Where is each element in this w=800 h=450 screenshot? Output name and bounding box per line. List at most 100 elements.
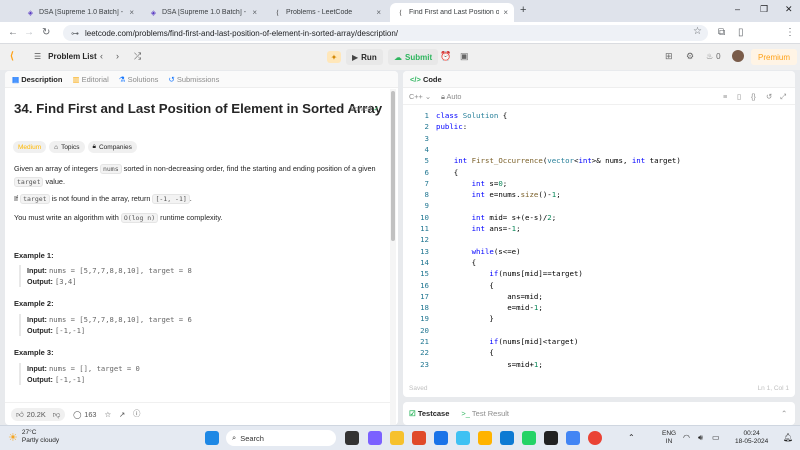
code-line[interactable]: 11 int ans=-1; bbox=[403, 223, 783, 234]
close-icon[interactable]: × bbox=[376, 8, 381, 17]
problem-list-button[interactable]: ☰ Problem List bbox=[34, 52, 97, 61]
task-view-icon[interactable] bbox=[345, 431, 359, 445]
premium-button[interactable]: Premium bbox=[751, 49, 798, 65]
browser-menu-icon[interactable]: ⋮ bbox=[785, 27, 795, 38]
wifi-icon[interactable]: ◠ bbox=[683, 433, 690, 442]
code-line[interactable]: 6 { bbox=[403, 167, 783, 178]
run-button[interactable]: ▶ Run bbox=[346, 49, 383, 65]
close-icon[interactable]: × bbox=[252, 8, 257, 17]
browser-icon[interactable] bbox=[588, 431, 602, 445]
office-icon[interactable] bbox=[412, 431, 426, 445]
extensions-icon[interactable]: ⧉ bbox=[718, 27, 725, 38]
tab-testcase[interactable]: ☑ Testcase bbox=[409, 409, 449, 418]
code-line[interactable]: 9 bbox=[403, 200, 783, 211]
companies-tag[interactable]: 🔒︎ Companies bbox=[87, 141, 137, 153]
shuffle-icon[interactable]: ⤮ bbox=[134, 51, 141, 62]
prev-problem-icon[interactable]: ‹ bbox=[100, 51, 103, 61]
code-line[interactable]: 4 bbox=[403, 144, 783, 155]
app-icon[interactable] bbox=[456, 431, 470, 445]
next-problem-icon[interactable]: › bbox=[116, 51, 119, 61]
format-icon[interactable]: ≡ bbox=[723, 92, 727, 101]
code-line[interactable]: 5 int First_Occurrence(vector<int>& nums… bbox=[403, 155, 783, 166]
windows-start-icon[interactable] bbox=[205, 431, 219, 445]
share-icon[interactable]: ↗ bbox=[119, 410, 125, 419]
code-line[interactable]: 20 bbox=[403, 325, 783, 336]
whatsapp-icon[interactable] bbox=[522, 431, 536, 445]
code-line[interactable]: 15 if(nums[mid]==target) bbox=[403, 268, 783, 279]
user-avatar[interactable] bbox=[732, 50, 744, 62]
close-icon[interactable]: × bbox=[503, 8, 508, 17]
terminal-app-icon[interactable] bbox=[544, 431, 558, 445]
sidebar-icon[interactable]: ▯ bbox=[738, 27, 744, 38]
braces-icon[interactable]: {} bbox=[751, 92, 756, 101]
code-line[interactable]: 3 bbox=[403, 133, 783, 144]
close-icon[interactable]: × bbox=[129, 8, 134, 17]
code-line[interactable]: 23 s=mid+1; bbox=[403, 359, 783, 370]
taskbar-search[interactable]: ⌕ Search bbox=[226, 430, 336, 446]
back-icon[interactable]: ← bbox=[8, 27, 18, 38]
site-info-icon[interactable]: ⊶ bbox=[71, 29, 79, 38]
tab-test-result[interactable]: >_ Test Result bbox=[461, 409, 509, 418]
new-tab-button[interactable]: + bbox=[520, 4, 526, 16]
tab-description[interactable]: ▤ Description bbox=[12, 75, 62, 84]
like-button[interactable]: 👍︎ 20.2K 👎︎ bbox=[11, 407, 66, 421]
browser-tab-2[interactable]: ◈ DSA [Supreme 1.0 Batch] - Cou × bbox=[143, 3, 263, 22]
code-tab[interactable]: </> Code bbox=[410, 75, 442, 84]
submit-button[interactable]: ☁ Submit bbox=[388, 49, 439, 65]
store-icon[interactable] bbox=[434, 431, 448, 445]
bookmark-icon[interactable]: ▯ bbox=[737, 92, 741, 101]
notification-icon[interactable]: 🔔︎ bbox=[783, 433, 793, 442]
language-select[interactable]: C++ ⌄ bbox=[409, 92, 431, 101]
url-field[interactable]: ⊶ leetcode.com/problems/find-first-and-l… bbox=[63, 25, 708, 41]
battery-icon[interactable]: ▭ bbox=[712, 433, 720, 442]
minimize-icon[interactable]: – bbox=[735, 4, 740, 14]
code-line[interactable]: 16 { bbox=[403, 280, 783, 291]
streak-counter[interactable]: ♨ 0 bbox=[706, 52, 721, 61]
code-line[interactable]: 10 int mid= s+(e-s)/2; bbox=[403, 212, 783, 223]
fullscreen-icon[interactable]: ⤢ bbox=[780, 92, 786, 102]
reload-icon[interactable]: ↻ bbox=[42, 27, 50, 38]
file-explorer-icon[interactable] bbox=[390, 431, 404, 445]
tab-editorial[interactable]: ▥ Editorial bbox=[72, 75, 108, 84]
code-line[interactable]: 14 { bbox=[403, 257, 783, 268]
topics-tag[interactable]: ⌂ Topics bbox=[49, 141, 85, 153]
browser-tab-3[interactable]: ⟨ Problems - LeetCode × bbox=[267, 3, 387, 22]
layout-icon[interactable]: ⊞ bbox=[665, 51, 673, 62]
browser-tab-1[interactable]: ◈ DSA [Supreme 1.0 Batch] - Cou × bbox=[20, 3, 140, 22]
clock[interactable]: 00:24 18-05-2024 bbox=[735, 430, 768, 446]
bookmark-star-icon[interactable]: ☆ bbox=[693, 26, 702, 37]
favorite-star-icon[interactable]: ☆ bbox=[104, 410, 111, 419]
language-indicator[interactable]: ENG IN bbox=[662, 430, 676, 446]
tab-solutions[interactable]: ⚗ Solutions bbox=[119, 75, 159, 84]
tab-submissions[interactable]: ↺ Submissions bbox=[168, 75, 219, 84]
debugger-icon[interactable]: ✦ bbox=[327, 51, 341, 63]
code-line[interactable]: 19 } bbox=[403, 313, 783, 324]
app-icon-2[interactable] bbox=[478, 431, 492, 445]
collapse-icon[interactable]: ⌃ bbox=[781, 409, 787, 418]
code-line[interactable]: 17 ans=mid; bbox=[403, 291, 783, 302]
weather-widget[interactable]: ☀ 27°C Partly cloudy bbox=[8, 429, 59, 445]
window-close-icon[interactable]: ✕ bbox=[785, 4, 793, 15]
code-line[interactable]: 22 { bbox=[403, 347, 783, 358]
code-area[interactable]: 1 class Solution {2 public: 3 4 5 int First_O… bbox=[403, 110, 795, 370]
restore-icon[interactable]: ❐ bbox=[760, 4, 768, 15]
settings-gear-icon[interactable]: ⚙ bbox=[686, 51, 694, 62]
description-scrollbar-thumb[interactable] bbox=[391, 91, 395, 241]
code-line[interactable]: 13 while(s<=e) bbox=[403, 246, 783, 257]
tray-chevron-icon[interactable]: ⌃ bbox=[628, 433, 635, 442]
chrome-icon[interactable] bbox=[566, 431, 580, 445]
code-line[interactable]: 2 public: bbox=[403, 121, 783, 132]
vscode-icon[interactable] bbox=[500, 431, 514, 445]
leetcode-logo[interactable]: ⟨ bbox=[10, 51, 14, 62]
code-line[interactable]: 8 int e=nums.size()-1; bbox=[403, 189, 783, 200]
alarm-icon[interactable]: ⏰ bbox=[440, 51, 451, 62]
thumbs-down-icon[interactable]: 👎︎ bbox=[53, 410, 60, 419]
description-scrollbar-track[interactable] bbox=[390, 89, 396, 425]
notes-icon[interactable]: ▣ bbox=[460, 51, 469, 62]
autocomplete-mode[interactable]: 🔒︎ Auto bbox=[441, 92, 462, 102]
code-line[interactable]: 1 class Solution { bbox=[403, 110, 783, 121]
code-line[interactable]: 18 e=mid-1; bbox=[403, 302, 783, 313]
help-icon[interactable]: ⓘ bbox=[133, 409, 140, 419]
speaker-icon[interactable]: 🔊︎ bbox=[698, 433, 703, 443]
comments-button[interactable]: ◯ 163 bbox=[73, 410, 96, 419]
